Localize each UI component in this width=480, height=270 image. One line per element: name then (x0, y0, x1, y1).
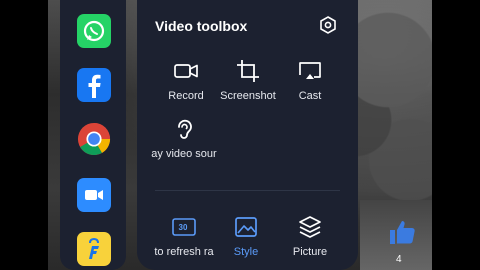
cast-label: Cast (298, 90, 322, 102)
toolbox-divider (155, 190, 340, 191)
style-label: Style (233, 246, 259, 258)
letterbox-left (0, 0, 48, 270)
record-button[interactable]: Record (151, 58, 221, 102)
layers-icon (299, 216, 321, 238)
video-toolbox-panel: Video toolbox Record Screenshot Cast ay … (137, 0, 358, 270)
style-button[interactable]: Style (211, 214, 281, 258)
cast-button[interactable]: Cast (275, 58, 345, 102)
chrome-icon[interactable] (77, 122, 111, 156)
ear-icon (178, 119, 192, 139)
floating-app-dock (60, 0, 126, 270)
screenshot-button[interactable]: Screenshot (213, 58, 283, 102)
toolbox-title: Video toolbox (155, 18, 248, 34)
refresh-rate-button[interactable]: 30 to refresh ra (149, 214, 219, 258)
video-camera-icon (174, 64, 198, 78)
refresh-rate-badge: 30 (179, 223, 188, 232)
letterbox-right (432, 0, 480, 270)
zoom-icon[interactable] (77, 178, 111, 212)
record-label: Record (168, 90, 204, 102)
settings-icon[interactable] (319, 16, 337, 34)
screenshot-label: Screenshot (220, 90, 276, 102)
style-image-icon (235, 217, 257, 237)
refresh-rate-icon: 30 (172, 218, 196, 236)
picture-label: Picture (292, 246, 328, 258)
cast-icon (299, 62, 321, 79)
whatsapp-icon[interactable] (77, 14, 111, 48)
flipkart-icon[interactable] (77, 232, 111, 266)
picture-button[interactable]: Picture (275, 214, 345, 258)
thumbs-up-icon[interactable] (388, 218, 416, 246)
play-video-sound-button[interactable]: ay video sour (149, 116, 219, 160)
refresh-rate-label: to refresh ra (154, 246, 214, 258)
facebook-icon[interactable] (77, 68, 111, 102)
crop-icon (237, 60, 259, 82)
play-video-sound-label: ay video sour (151, 148, 217, 160)
like-count: 4 (396, 254, 402, 265)
